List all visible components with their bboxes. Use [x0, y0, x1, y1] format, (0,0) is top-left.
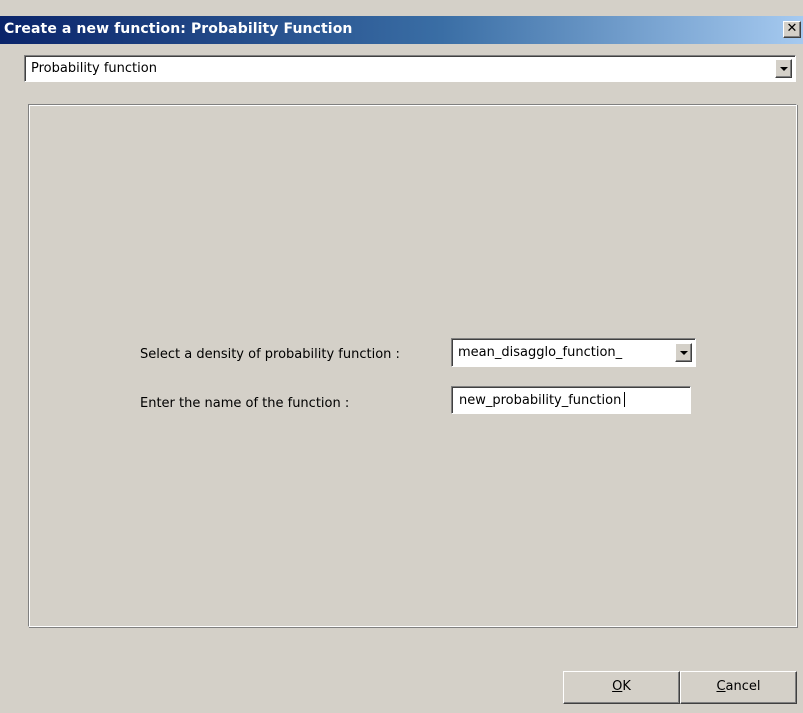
- function-type-select[interactable]: Probability function: [24, 55, 796, 82]
- close-icon: ✕: [786, 21, 798, 36]
- cancel-button[interactable]: Cancel: [680, 671, 797, 704]
- close-button[interactable]: ✕: [783, 21, 801, 38]
- cancel-label: ancel: [725, 679, 761, 694]
- ok-mnemonic: O: [612, 679, 623, 694]
- window-title: Create a new function: Probability Funct…: [4, 21, 353, 37]
- title-bar[interactable]: Create a new function: Probability Funct…: [0, 16, 803, 44]
- cancel-mnemonic: C: [716, 679, 726, 694]
- function-name-input[interactable]: new_probability_function: [451, 386, 691, 414]
- ok-label: K: [622, 679, 631, 694]
- function-type-value: Probability function: [31, 61, 157, 76]
- density-select-value: mean_disagglo_function_: [458, 345, 623, 360]
- ok-button[interactable]: OK: [563, 671, 680, 704]
- function-name-text: new_probability_function: [459, 393, 622, 408]
- density-select[interactable]: mean_disagglo_function_: [451, 338, 696, 367]
- chevron-down-icon[interactable]: [775, 59, 792, 78]
- text-caret: [624, 392, 626, 407]
- density-label: Select a density of probability function…: [140, 347, 400, 362]
- function-name-value: new_probability_function: [459, 392, 626, 408]
- function-name-label: Enter the name of the function :: [140, 396, 350, 411]
- chevron-down-icon[interactable]: [675, 343, 692, 362]
